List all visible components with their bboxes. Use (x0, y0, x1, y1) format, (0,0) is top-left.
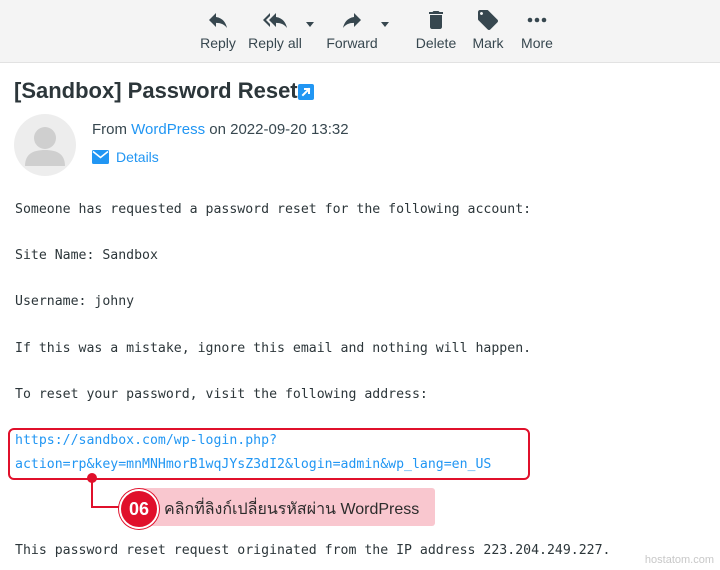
sender-link[interactable]: WordPress (131, 121, 205, 138)
body-line: Username: johny (15, 294, 135, 309)
message-date: on 2022-09-20 13:32 (209, 121, 349, 138)
more-label: More (521, 35, 553, 51)
body-line: Site Name: Sandbox (15, 248, 158, 263)
reply-all-label: Reply all (248, 35, 302, 51)
forward-dropdown-icon[interactable] (381, 22, 389, 27)
sender-avatar (14, 114, 76, 176)
sender-line: From WordPress on 2022-09-20 13:32 (92, 121, 349, 138)
trash-icon (429, 11, 443, 29)
body-line: To reset your password, visit the follow… (15, 387, 428, 402)
annotation-dot (87, 473, 97, 483)
details-toggle[interactable]: Details (92, 149, 159, 165)
annotation-text: คลิกที่ลิงก์เปลี่ยนรหัสผ่าน WordPress (164, 501, 420, 518)
watermark: hostatom.com (644, 554, 714, 566)
envelope-icon (92, 150, 109, 164)
more-button[interactable]: More (518, 8, 556, 58)
tag-icon (478, 10, 498, 30)
delete-label: Delete (415, 35, 457, 51)
open-in-new-window-icon[interactable] (298, 84, 314, 100)
reply-all-button[interactable]: Reply all (248, 8, 302, 58)
forward-icon (343, 13, 361, 28)
reply-all-dropdown-icon[interactable] (306, 22, 314, 27)
forward-button[interactable]: Forward (325, 8, 379, 58)
mark-label: Mark (472, 35, 504, 51)
reply-all-icon (263, 13, 287, 28)
body-line: Someone has requested a password reset f… (15, 202, 532, 217)
person-icon (25, 127, 65, 166)
step-badge: 06 (119, 489, 159, 529)
delete-button[interactable]: Delete (416, 8, 456, 58)
more-dots-icon (527, 17, 547, 23)
reply-label: Reply (200, 35, 236, 51)
body-line: If this was a mistake, ignore this email… (15, 341, 532, 356)
forward-label: Forward (326, 35, 378, 51)
details-label: Details (116, 149, 159, 165)
message-toolbar: Reply Reply all Forward Delete Mark More (0, 0, 720, 63)
body-line: This password reset request originated f… (15, 543, 611, 558)
mark-button[interactable]: Mark (470, 8, 506, 58)
reply-button[interactable]: Reply (200, 8, 236, 58)
from-prefix: From (92, 121, 127, 138)
reply-icon (209, 13, 227, 28)
highlight-box (8, 428, 530, 480)
message-subject: [Sandbox] Password Reset (14, 78, 298, 103)
